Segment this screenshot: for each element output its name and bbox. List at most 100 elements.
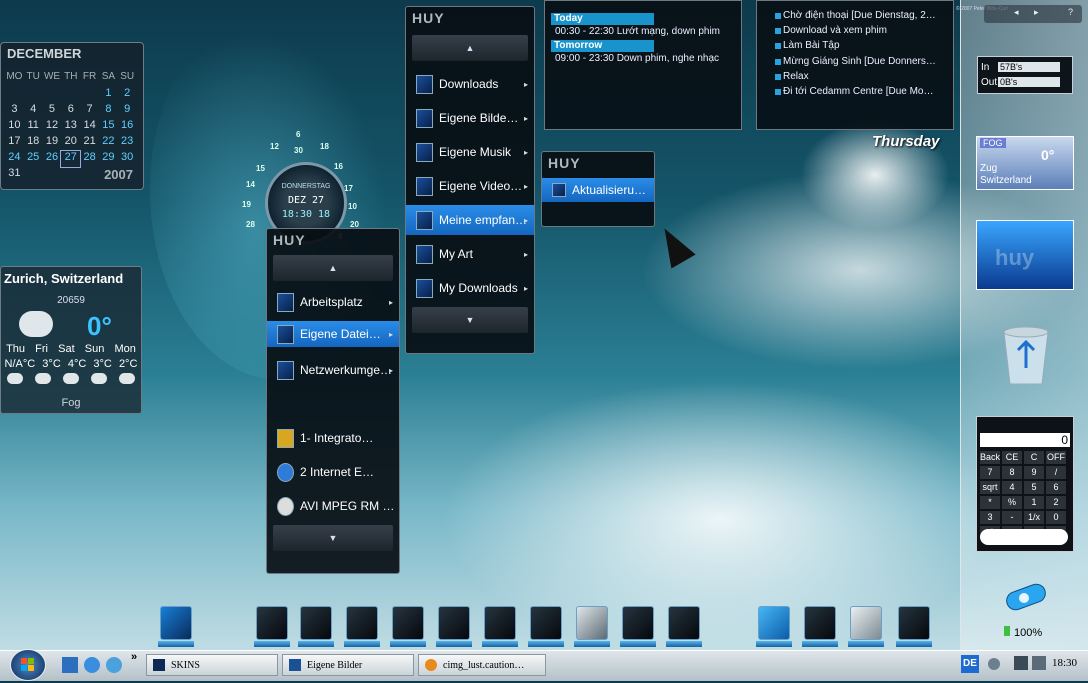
menu-item[interactable]: Netzwerkumge… ▸ bbox=[267, 355, 399, 385]
calc-key[interactable]: 8 bbox=[1002, 466, 1022, 479]
calendar-day[interactable]: 10 bbox=[5, 119, 24, 135]
calendar-day[interactable]: 5 bbox=[43, 103, 62, 119]
calendar-day[interactable]: 30 bbox=[118, 151, 137, 167]
agenda-item[interactable]: 00:30 - 22:30 Lướt mạng, down phim bbox=[555, 26, 720, 37]
arrow-right-icon[interactable]: ▸ bbox=[1034, 7, 1039, 18]
calc-key[interactable]: Back bbox=[980, 451, 1000, 464]
show-desktop-icon[interactable] bbox=[62, 657, 78, 673]
quicklaunch-chevron-icon[interactable]: » bbox=[131, 651, 137, 663]
arrow-left-icon[interactable]: ◂ bbox=[1014, 7, 1019, 18]
calendar-day[interactable]: 4 bbox=[24, 103, 43, 119]
tray-icon[interactable] bbox=[988, 658, 1000, 670]
calendar-day[interactable]: 18 bbox=[24, 135, 43, 151]
calendar-day[interactable]: 22 bbox=[99, 135, 118, 151]
calendar-day[interactable] bbox=[5, 87, 24, 103]
menu-scroll-down[interactable]: ▼ bbox=[412, 307, 528, 333]
media-gadget[interactable]: huy bbox=[976, 220, 1074, 290]
calc-key[interactable]: 1 bbox=[1024, 496, 1044, 509]
task-item[interactable]: Download và xem phim bbox=[775, 25, 887, 36]
calendar-day[interactable]: 14 bbox=[80, 119, 99, 135]
dock-internet-icon[interactable] bbox=[482, 606, 518, 647]
calendar-day[interactable]: 26 bbox=[43, 151, 62, 167]
messenger-icon[interactable] bbox=[106, 657, 122, 673]
calc-key[interactable]: 4 bbox=[1002, 481, 1022, 494]
calendar-day[interactable]: 16 bbox=[118, 119, 137, 135]
dock-media-player-icon[interactable] bbox=[390, 606, 426, 647]
help-icon[interactable]: ? bbox=[1068, 7, 1073, 17]
calendar-day[interactable]: 19 bbox=[43, 135, 62, 151]
calendar-day[interactable]: 7 bbox=[80, 103, 99, 119]
calendar-day[interactable]: 20 bbox=[61, 135, 80, 151]
calendar-day[interactable]: 13 bbox=[61, 119, 80, 135]
calc-key[interactable]: % bbox=[1002, 496, 1022, 509]
calc-key[interactable]: OFF bbox=[1046, 451, 1066, 464]
mini-weather-gadget[interactable]: FOG 0° Zug Switzerland bbox=[976, 136, 1074, 190]
dock-radiation-icon[interactable] bbox=[620, 606, 656, 647]
calendar-day[interactable] bbox=[80, 87, 99, 103]
menu-scroll-down[interactable]: ▼ bbox=[273, 525, 393, 551]
menu-item[interactable]: My Art ▸ bbox=[406, 239, 534, 269]
volume-tray-icon[interactable] bbox=[1032, 656, 1046, 670]
calc-key[interactable]: 7 bbox=[980, 466, 1000, 479]
menu-item[interactable]: Eigene Video… ▸ bbox=[406, 171, 534, 201]
calc-key[interactable]: - bbox=[1002, 511, 1022, 524]
recycle-bin-icon[interactable] bbox=[1000, 322, 1052, 388]
menu-item-selected[interactable]: Eigene Datei… ▸ bbox=[267, 321, 399, 347]
calendar-day-today[interactable]: 27 bbox=[60, 150, 82, 168]
network-tray-icon[interactable] bbox=[1014, 656, 1028, 670]
dock-camera-icon[interactable] bbox=[848, 606, 884, 647]
menu-item[interactable]: 2 Internet E… bbox=[267, 457, 399, 487]
language-indicator[interactable]: DE bbox=[961, 655, 979, 673]
dock-box-icon[interactable] bbox=[756, 606, 792, 647]
dock-search-folder-icon[interactable] bbox=[344, 606, 380, 647]
menu-item[interactable]: AVI MPEG RM … bbox=[267, 491, 399, 521]
dock-security-icon[interactable] bbox=[666, 606, 702, 647]
calc-key[interactable]: * bbox=[980, 496, 1000, 509]
calendar-day[interactable]: 29 bbox=[99, 151, 118, 167]
menu-item[interactable]: Arbeitsplatz ▸ bbox=[267, 287, 399, 317]
menu-item[interactable]: My Downloads ▸ bbox=[406, 273, 534, 303]
calendar-day[interactable] bbox=[61, 87, 80, 103]
menu-item[interactable]: 1- Integrato… bbox=[267, 423, 399, 453]
menu-scroll-up[interactable]: ▲ bbox=[412, 35, 528, 61]
calc-key[interactable]: 3 bbox=[980, 511, 1000, 524]
dock-phone-icon[interactable] bbox=[802, 606, 838, 647]
calc-key[interactable]: / bbox=[1046, 466, 1066, 479]
menu-item[interactable]: Eigene Bilde… ▸ bbox=[406, 103, 534, 133]
calendar-day[interactable]: 25 bbox=[24, 151, 43, 167]
calc-key[interactable]: 1/x bbox=[1024, 511, 1044, 524]
calendar-day[interactable]: 9 bbox=[118, 103, 137, 119]
battery-icon[interactable] bbox=[1002, 578, 1050, 614]
sidebar-controls[interactable]: ◂ ▸ ? bbox=[984, 5, 1082, 23]
calc-key[interactable]: 2 bbox=[1046, 496, 1066, 509]
calc-key[interactable]: 6 bbox=[1046, 481, 1066, 494]
calendar-day[interactable]: 3 bbox=[5, 103, 24, 119]
task-item[interactable]: Mừng Giáng Sinh [Due Donners… bbox=[775, 56, 936, 67]
agenda-item[interactable]: 09:00 - 23:30 Down phim, nghe nhạc bbox=[555, 53, 719, 64]
taskbar-button[interactable]: Eigene Bilder bbox=[282, 654, 414, 676]
dock-music-folder-icon[interactable] bbox=[436, 606, 472, 647]
dock-monitor-icon[interactable] bbox=[158, 606, 194, 647]
task-item[interactable]: Chờ điện thoại [Due Dienstag, 2… bbox=[775, 10, 936, 21]
calendar-day[interactable]: 31 bbox=[5, 167, 24, 183]
calendar-day[interactable]: 6 bbox=[61, 103, 80, 119]
task-item[interactable]: Làm Bài Tập bbox=[775, 40, 840, 51]
calendar-day[interactable]: 24 bbox=[5, 151, 24, 167]
calendar-day[interactable]: 15 bbox=[99, 119, 118, 135]
calendar-day[interactable]: 21 bbox=[80, 135, 99, 151]
calendar-day[interactable]: 28 bbox=[80, 151, 99, 167]
calc-key[interactable]: CE bbox=[1002, 451, 1022, 464]
calc-key[interactable]: 5 bbox=[1024, 481, 1044, 494]
calendar-day[interactable]: 2 bbox=[118, 87, 137, 103]
calc-key[interactable]: 0 bbox=[1046, 511, 1066, 524]
menu-item-selected[interactable]: Meine empfan… ▸ bbox=[406, 205, 534, 235]
start-button[interactable] bbox=[10, 649, 46, 681]
menu-scroll-up[interactable]: ▲ bbox=[273, 255, 393, 281]
taskbar-clock[interactable]: 18:30 bbox=[1052, 657, 1077, 669]
dock-document-folder-icon[interactable] bbox=[896, 606, 932, 647]
calendar-day[interactable]: 8 bbox=[99, 103, 118, 119]
task-item[interactable]: Relax bbox=[775, 71, 809, 82]
taskbar-button[interactable]: cimg_lust.caution… bbox=[418, 654, 546, 676]
calendar-day[interactable] bbox=[24, 87, 43, 103]
calendar-day[interactable]: 17 bbox=[5, 135, 24, 151]
